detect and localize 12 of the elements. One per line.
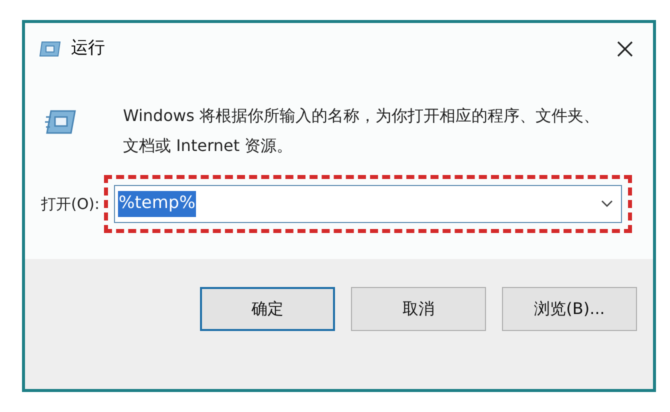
close-icon — [617, 41, 633, 57]
open-value: %temp% — [118, 191, 196, 217]
dropdown-icon — [600, 200, 613, 208]
dialog-button[interactable]: 确定 — [200, 287, 335, 331]
dialog-button[interactable]: 取消 — [351, 287, 486, 331]
dialog-button[interactable]: 浏览(B)... — [502, 287, 637, 331]
description-text: Windows 将根据你所输入的名称，为你打开相应的程序、文件夹、文档或 Internet 资源。 — [123, 105, 601, 157]
run-icon — [45, 109, 77, 135]
run-icon — [39, 41, 61, 57]
window-title: 运行 — [71, 37, 106, 60]
open-combobox[interactable]: %temp% — [114, 185, 622, 223]
open-label: 打开(O): — [41, 194, 100, 215]
